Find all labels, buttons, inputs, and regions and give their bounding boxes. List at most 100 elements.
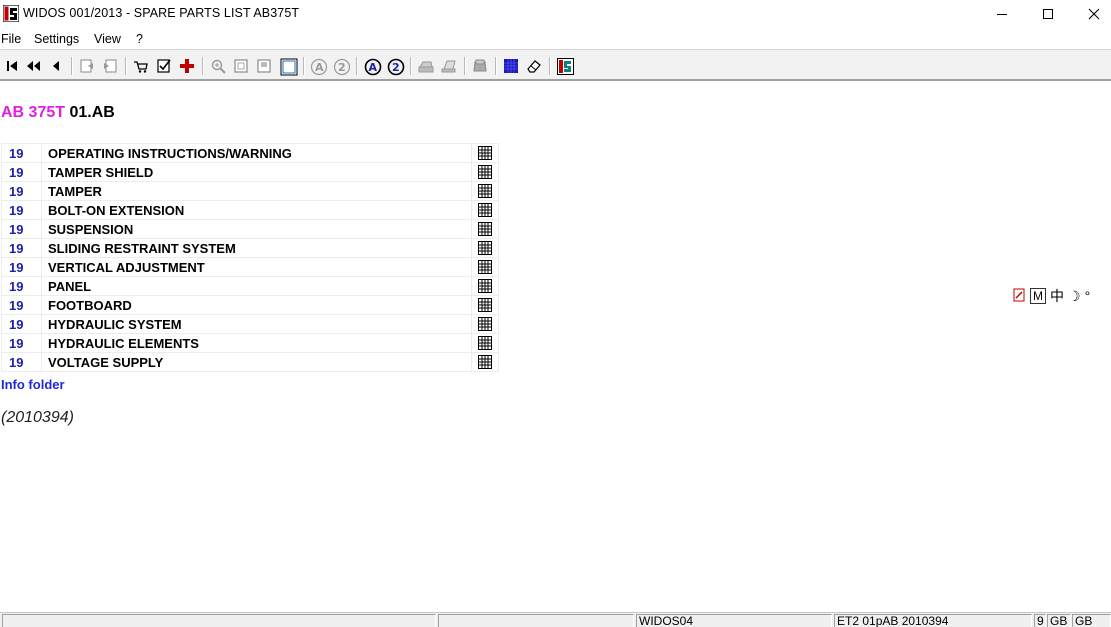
menu-file[interactable]: File [1, 32, 21, 46]
section-code: 01.AB [69, 104, 115, 121]
row-label[interactable]: BOLT-ON EXTENSION [41, 200, 472, 220]
row-number: 19 [1, 200, 42, 220]
row-number: 19 [1, 295, 42, 315]
grid-table-icon [478, 203, 492, 217]
row-label[interactable]: FOOTBOARD [41, 295, 472, 315]
row-detail-button[interactable] [471, 238, 499, 258]
row-detail-button[interactable] [471, 333, 499, 353]
table-row[interactable]: 19 VOLTAGE SUPPLY [1, 352, 499, 372]
row-number: 19 [1, 314, 42, 334]
first-page-icon[interactable] [4, 58, 20, 74]
row-detail-button[interactable] [471, 162, 499, 182]
cart-icon[interactable] [133, 58, 149, 74]
search-2-icon[interactable]: 2 [333, 58, 351, 76]
row-number: 19 [1, 238, 42, 258]
ime-punctuation-icon[interactable]: ° [1085, 288, 1091, 304]
row-detail-button[interactable] [471, 257, 499, 277]
search-a-icon[interactable]: A [310, 58, 328, 76]
add-red-cross-icon[interactable] [179, 58, 195, 74]
blue-grid-icon[interactable] [503, 58, 519, 74]
table-row[interactable]: 19 BOLT-ON EXTENSION [1, 200, 499, 220]
row-number: 19 [1, 162, 42, 182]
row-detail-button[interactable] [471, 143, 499, 163]
menu-settings[interactable]: Settings [34, 32, 79, 46]
table-row[interactable]: 19 FOOTBOARD [1, 295, 499, 315]
ime-tool-icon[interactable] [1012, 288, 1026, 305]
toolbar: A 2 A 2 [0, 49, 1111, 81]
row-label[interactable]: TAMPER SHIELD [41, 162, 472, 182]
grid-table-icon [478, 241, 492, 255]
grid-table-icon [478, 355, 492, 369]
row-label[interactable]: VERTICAL ADJUSTMENT [41, 257, 472, 277]
maximize-button[interactable] [1025, 0, 1071, 28]
row-detail-button[interactable] [471, 181, 499, 201]
checklist-icon[interactable] [156, 58, 172, 74]
forward-document-icon[interactable] [102, 58, 118, 74]
status-panel-system: WIDOS04 [636, 614, 832, 627]
previous-icon[interactable] [48, 58, 64, 74]
row-detail-button[interactable] [471, 276, 499, 296]
archive-icon[interactable] [472, 58, 488, 74]
print-icon[interactable] [418, 58, 434, 74]
row-number: 19 [1, 276, 42, 296]
close-button[interactable] [1071, 0, 1111, 28]
widos-logo-icon[interactable] [557, 58, 574, 75]
zoom-in-icon[interactable] [210, 58, 226, 74]
back-document-icon[interactable] [79, 58, 95, 74]
table-row[interactable]: 19 SUSPENSION [1, 219, 499, 239]
row-label[interactable]: VOLTAGE SUPPLY [41, 352, 472, 372]
minimize-button[interactable] [979, 0, 1025, 28]
menu-view[interactable]: View [94, 32, 121, 46]
grid-table-icon [478, 184, 492, 198]
row-detail-button[interactable] [471, 314, 499, 334]
eraser-icon[interactable] [526, 58, 542, 74]
ime-language-button[interactable]: 中 [1050, 286, 1064, 306]
row-detail-button[interactable] [471, 295, 499, 315]
row-detail-button[interactable] [471, 219, 499, 239]
row-number: 19 [1, 143, 42, 163]
row-detail-button[interactable] [471, 352, 499, 372]
table-row[interactable]: 19 VERTICAL ADJUSTMENT [1, 257, 499, 277]
close-icon [1088, 8, 1100, 20]
row-label[interactable]: TAMPER [41, 181, 472, 201]
table-row[interactable]: 19 TAMPER [1, 181, 499, 201]
svg-text:2: 2 [392, 61, 400, 74]
table-row[interactable]: 19 HYDRAULIC ELEMENTS [1, 333, 499, 353]
table-row[interactable]: 19 SLIDING RESTRAINT SYSTEM [1, 238, 499, 258]
row-label[interactable]: SLIDING RESTRAINT SYSTEM [41, 238, 472, 258]
grid-table-icon [478, 165, 492, 179]
window-title: WIDOS 001/2013 - SPARE PARTS LIST AB375T [23, 6, 300, 20]
grid-table-icon [478, 260, 492, 274]
previous-fast-icon[interactable] [25, 58, 41, 74]
print-preview-icon[interactable] [441, 58, 457, 74]
status-panel-count: 9 [1034, 614, 1046, 627]
row-number: 19 [1, 352, 42, 372]
info-folder-link[interactable]: Info folder [1, 377, 65, 392]
row-label[interactable]: HYDRAULIC ELEMENTS [41, 333, 472, 353]
frame-icon[interactable] [280, 58, 298, 76]
search-a-active-icon[interactable]: A [364, 58, 382, 76]
document-id: (2010394) [1, 409, 74, 426]
row-detail-button[interactable] [471, 200, 499, 220]
grid-table-icon [478, 222, 492, 236]
page-icon[interactable] [233, 58, 249, 74]
row-number: 19 [1, 257, 42, 277]
menu-help[interactable]: ? [136, 32, 143, 46]
table-row[interactable]: 19 HYDRAULIC SYSTEM [1, 314, 499, 334]
status-panel-document: ET2 01pAB 2010394 [834, 614, 1032, 627]
table-row[interactable]: 19 PANEL [1, 276, 499, 296]
search-2-active-icon[interactable]: 2 [387, 58, 405, 76]
title-bar: WIDOS 001/2013 - SPARE PARTS LIST AB375T [0, 0, 1111, 28]
page-heading: AB 375T 01.AB [1, 104, 115, 122]
row-label[interactable]: OPERATING INSTRUCTIONS/WARNING [41, 143, 472, 163]
ime-mode-button[interactable]: M [1030, 288, 1046, 304]
page-copy-icon[interactable] [256, 58, 272, 74]
row-label[interactable]: SUSPENSION [41, 219, 472, 239]
row-label[interactable]: PANEL [41, 276, 472, 296]
widos-app-icon[interactable] [2, 4, 20, 23]
table-row[interactable]: 19 TAMPER SHIELD [1, 162, 499, 182]
ime-moon-icon[interactable]: ☽ [1068, 288, 1081, 305]
table-row[interactable]: 19 OPERATING INSTRUCTIONS/WARNING [1, 143, 499, 163]
row-label[interactable]: HYDRAULIC SYSTEM [41, 314, 472, 334]
grid-table-icon [478, 317, 492, 331]
